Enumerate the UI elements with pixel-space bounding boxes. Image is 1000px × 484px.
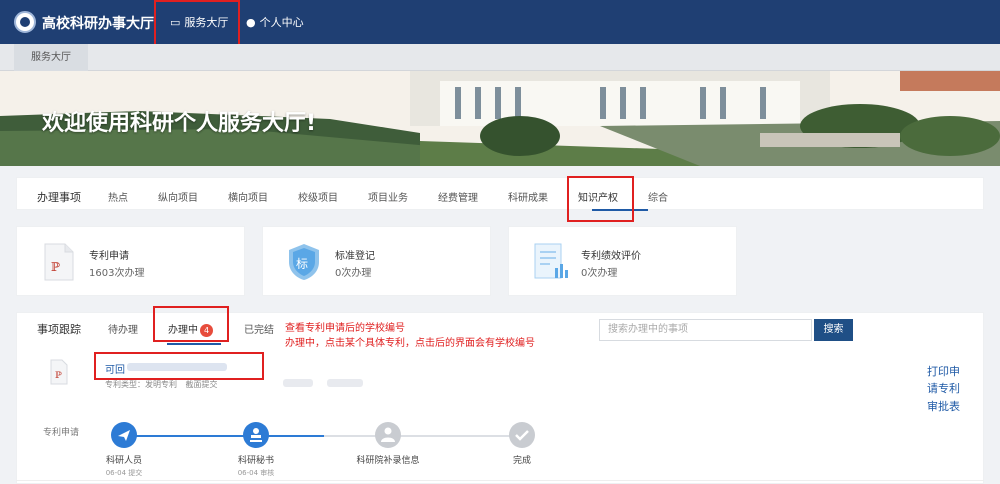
highlight-box-in-progress: [153, 306, 229, 342]
annotation-note-line1: 查看专利申请后的学校编号: [285, 323, 405, 334]
progress-line-done: [124, 435, 324, 437]
print-form-link-1[interactable]: 打印申: [927, 363, 960, 379]
print-form-link-2[interactable]: 请专利: [927, 380, 960, 396]
tab-school-projects[interactable]: 校级项目: [298, 189, 338, 204]
user-icon: ●: [246, 16, 256, 29]
tab-research-results[interactable]: 科研成果: [508, 189, 548, 204]
active-subtab-indicator: [167, 343, 221, 345]
check-icon: [515, 430, 529, 441]
university-logo: [14, 11, 36, 33]
step-2-label: 科研秘书: [237, 456, 274, 466]
tab-project-business[interactable]: 项目业务: [368, 189, 408, 204]
subtab-service-hall[interactable]: 服务大厅: [14, 44, 88, 71]
banner-title: 欢迎使用科研个人服务大厅!: [42, 111, 317, 136]
hero-banner: 欢迎使用科研个人服务大厅!: [0, 71, 1000, 166]
divider: [16, 480, 984, 481]
patent-item-icon: ℙ: [50, 359, 68, 385]
svg-text:ℙ: ℙ: [55, 371, 62, 381]
highlight-box-patent-item: [94, 352, 264, 380]
user-icon: [381, 427, 395, 442]
highlight-box-ip-tab: [567, 176, 634, 222]
chart-doc-icon: [534, 243, 568, 279]
flow-label: 专利申请: [43, 428, 80, 438]
step-4-node: [509, 422, 535, 448]
send-icon: [118, 430, 130, 441]
step-2-node: [243, 422, 269, 448]
step-2-date: 06-04 审核: [237, 469, 275, 477]
service-count: 1603次办理: [89, 268, 145, 279]
step-3-node: [375, 422, 401, 448]
search-button[interactable]: 搜索: [814, 319, 853, 341]
app-title: 高校科研办事大厅: [42, 16, 154, 32]
highlight-box-service-hall: [154, 0, 240, 46]
service-name: 标准登记: [335, 251, 375, 262]
tab-hot[interactable]: 热点: [108, 189, 128, 204]
patent-item-meta: 专利类型：发明专利 截面提交: [105, 379, 218, 390]
service-card-patent-application[interactable]: ℙ 专利申请 1603次办理: [16, 226, 245, 296]
nav-personal-center-label: 个人中心: [259, 16, 304, 29]
step-1-date: 06-04 提交: [105, 469, 143, 477]
print-form-link-3[interactable]: 审批表: [927, 398, 960, 414]
tab-pending[interactable]: 待办理: [108, 321, 138, 336]
category-tabs: 办理事项 热点 纵向项目 横向项目 校级项目 项目业务 经费管理 科研成果 知识…: [16, 177, 984, 211]
service-name: 专利申请: [89, 251, 129, 262]
patent-status: 截面提交: [185, 380, 218, 389]
svg-text:标: 标: [296, 257, 308, 271]
logo-mark: [20, 17, 30, 27]
patent-type: 专利类型：发明专利: [105, 380, 177, 389]
tab-general[interactable]: 综合: [648, 189, 668, 204]
step-1-node: [111, 422, 137, 448]
service-card-standard-registration[interactable]: 标 标准登记 0次办理: [262, 226, 491, 296]
service-name: 专利绩效评价: [581, 251, 641, 262]
nav-personal-center[interactable]: ● 个人中心: [246, 14, 304, 30]
step-4-label: 完成: [512, 456, 531, 466]
sub-tabbar: [0, 44, 1000, 71]
tab-vertical-projects[interactable]: 纵向项目: [158, 189, 198, 204]
tab-horizontal-projects[interactable]: 横向项目: [228, 189, 268, 204]
tabs-heading: 办理事项: [37, 191, 81, 204]
stamp-icon: [250, 428, 262, 442]
service-count: 0次办理: [581, 268, 618, 279]
redacted-meta-2: [327, 379, 363, 387]
redacted-meta-1: [283, 379, 313, 387]
shield-icon: 标: [289, 244, 319, 280]
service-count: 0次办理: [335, 268, 372, 279]
tab-funds[interactable]: 经费管理: [438, 189, 478, 204]
step-1-label: 科研人员: [105, 456, 142, 466]
service-card-patent-evaluation[interactable]: 专利绩效评价 0次办理: [508, 226, 737, 296]
annotation-note-line2: 办理中，点击某个具体专利，点击后的界面会有学校编号: [285, 338, 535, 349]
step-3-label: 科研院补录信息: [356, 456, 420, 466]
progress-line-pending: [324, 435, 534, 437]
svg-text:ℙ: ℙ: [51, 260, 60, 274]
search-input[interactable]: 搜索办理中的事项: [599, 319, 812, 341]
tab-completed[interactable]: 已完结: [244, 321, 274, 336]
patent-doc-icon: ℙ: [44, 243, 74, 281]
tracking-heading: 事项跟踪: [37, 323, 81, 336]
